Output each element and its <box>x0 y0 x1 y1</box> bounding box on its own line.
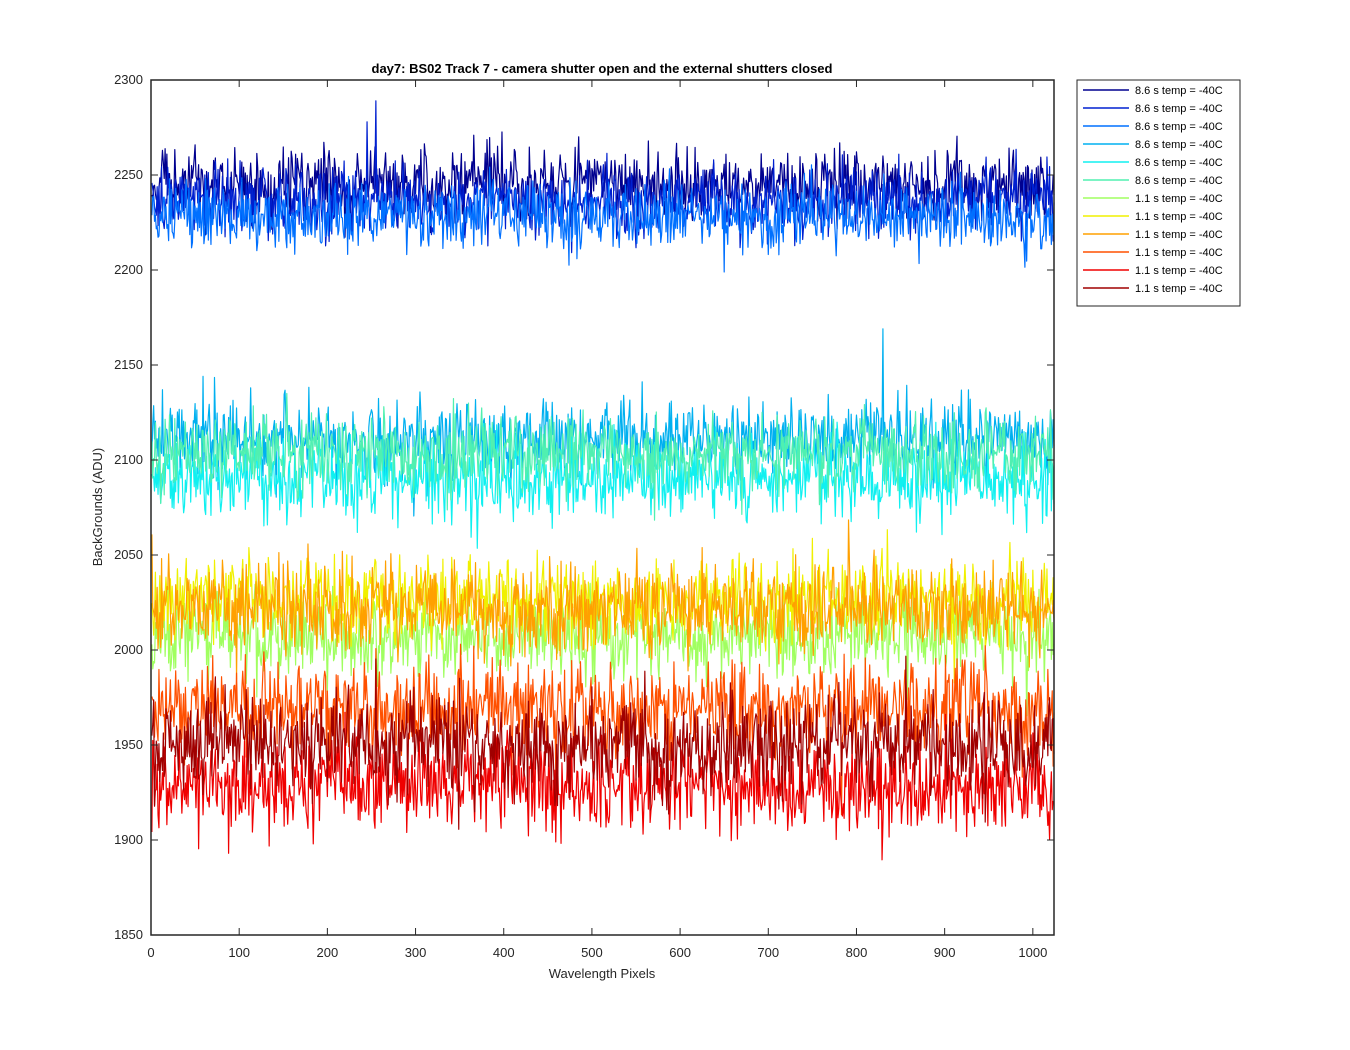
chart-title: day7: BS02 Track 7 - camera shutter open… <box>372 61 833 76</box>
y-tick-label: 2150 <box>114 357 143 372</box>
y-axis-label: BackGrounds (ADU) <box>90 448 105 566</box>
x-tick-label: 900 <box>934 945 956 960</box>
legend-entry-label: 1.1 s temp = -40C <box>1135 265 1223 277</box>
x-tick-label: 300 <box>405 945 427 960</box>
line-chart: day7: BS02 Track 7 - camera shutter open… <box>90 61 1241 981</box>
legend[interactable]: 8.6 s temp = -40C 8.6 s temp = -40C 8.6 s … <box>1076 79 1241 307</box>
legend-entry-label: 1.1 s temp = -40C <box>1135 211 1223 223</box>
x-tick-label: 1000 <box>1018 945 1047 960</box>
x-axis-label: Wavelength Pixels <box>549 966 656 981</box>
x-tick-label: 0 <box>147 945 154 960</box>
x-tick-label: 200 <box>317 945 339 960</box>
y-tick-label: 2250 <box>114 167 143 182</box>
y-tick-label: 2200 <box>114 262 143 277</box>
legend-entry-label: 8.6 s temp = -40C <box>1135 103 1223 115</box>
legend-entry-label: 8.6 s temp = -40C <box>1135 121 1223 133</box>
x-tick-label: 400 <box>493 945 515 960</box>
y-tick-label: 1900 <box>114 832 143 847</box>
legend-entry-label: 1.1 s temp = -40C <box>1135 193 1223 205</box>
legend-entry-label: 8.6 s temp = -40C <box>1135 175 1223 187</box>
legend-entry-label: 1.1 s temp = -40C <box>1135 247 1223 259</box>
y-tick-label: 2100 <box>114 452 143 467</box>
x-tick-label: 100 <box>228 945 250 960</box>
y-tick-label: 2000 <box>114 642 143 657</box>
x-tick-label: 600 <box>669 945 691 960</box>
y-tick-label: 1950 <box>114 737 143 752</box>
y-tick-label: 2050 <box>114 547 143 562</box>
legend-entry-label: 8.6 s temp = -40C <box>1135 139 1223 151</box>
legend-entry-label: 1.1 s temp = -40C <box>1135 229 1223 241</box>
x-tick-label: 800 <box>846 945 868 960</box>
legend-entry-label: 8.6 s temp = -40C <box>1135 85 1223 97</box>
y-tick-label: 2300 <box>114 72 143 87</box>
legend-entry-label: 8.6 s temp = -40C <box>1135 157 1223 169</box>
x-tick-label: 700 <box>757 945 779 960</box>
y-tick-label: 1850 <box>114 927 143 942</box>
legend-entry-label: 1.1 s temp = -40C <box>1135 283 1223 295</box>
x-tick-label: 500 <box>581 945 603 960</box>
